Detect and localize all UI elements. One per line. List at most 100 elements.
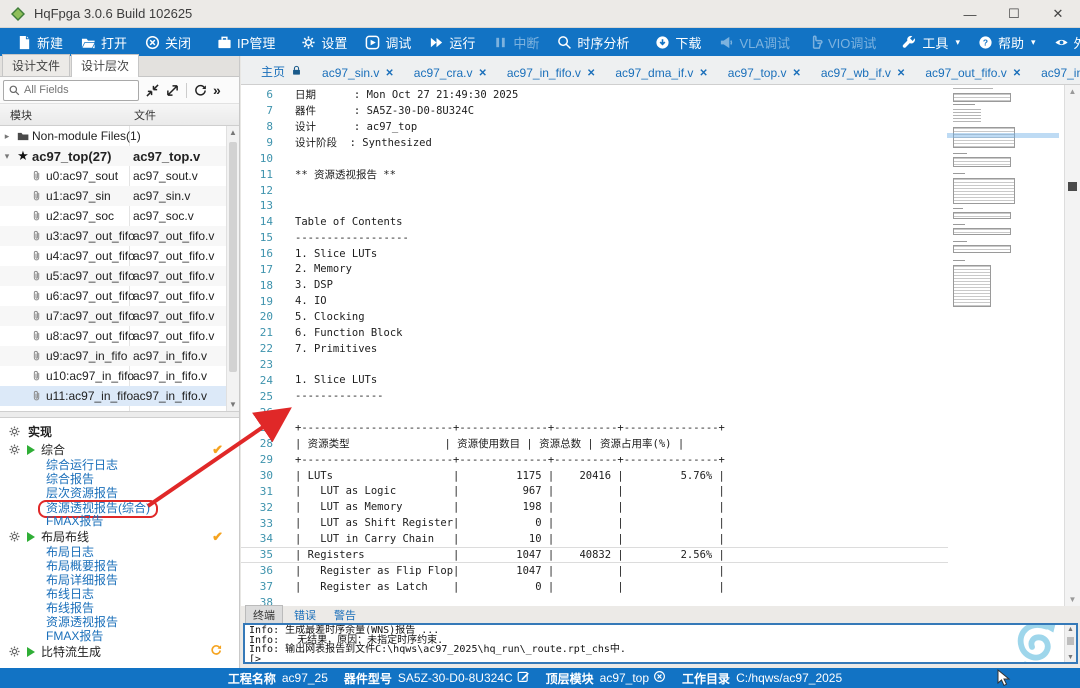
impl-report-link[interactable]: 布局详细报告 (0, 573, 239, 587)
impl-group-0[interactable]: 综合✔ (0, 441, 239, 458)
editor-tab-label[interactable]: ac97_int.v (1041, 66, 1080, 80)
tree-row[interactable]: u3:ac97_out_fifoac97_out_fifo.v (0, 226, 239, 246)
impl-report-link[interactable]: 资源透视报告(综合) (0, 500, 239, 514)
impl-report-label[interactable]: 综合运行日志 (46, 458, 118, 472)
toolbar-button-new[interactable]: 新建 (8, 28, 72, 56)
impl-report-link[interactable]: 层次资源报告 (0, 486, 239, 500)
scroll-up-icon[interactable]: ▲ (1065, 626, 1076, 633)
impl-report-link[interactable]: FMAX报告 (0, 629, 239, 643)
impl-report-link[interactable]: 布线日志 (0, 587, 239, 601)
overflow-chevrons[interactable]: » (213, 82, 221, 98)
collapse-all-icon[interactable] (146, 84, 159, 97)
minimize-button[interactable]: — (948, 0, 992, 28)
toolbar-button-debug[interactable]: 调试 (356, 28, 420, 56)
impl-report-link[interactable]: 布线报告 (0, 601, 239, 615)
edit-icon[interactable] (517, 670, 530, 686)
tree-row[interactable]: u1:ac97_sinac97_sin.v (0, 186, 239, 206)
run-step-icon[interactable] (27, 532, 35, 542)
search-box[interactable] (3, 80, 139, 101)
impl-report-label[interactable]: 布线报告 (46, 601, 94, 615)
toolbar-button-wrench[interactable]: 工具▾ (893, 28, 969, 56)
toolbar-button-eye[interactable]: 外观▾ (1045, 28, 1080, 56)
tree-row[interactable]: u7:ac97_out_fifoac97_out_fifo.v (0, 306, 239, 326)
chevron-down-icon[interactable]: ▾ (0, 151, 14, 162)
impl-report-label[interactable]: FMAX报告 (46, 629, 103, 643)
toolbar-button-download[interactable]: 下载 (646, 28, 710, 56)
impl-report-label[interactable]: 布线日志 (46, 587, 94, 601)
console-tab-1[interactable]: 错误 (287, 606, 323, 624)
editor-tab-label[interactable]: ac97_out_fifo.v (925, 66, 1006, 80)
statusbar-value[interactable]: ac97_top (600, 670, 666, 686)
tree-row[interactable]: u2:ac97_socac97_soc.v (0, 206, 239, 226)
close-button[interactable]: ✕ (1036, 0, 1080, 28)
editor-tab-label[interactable]: ac97_wb_if.v (821, 66, 891, 80)
scroll-thumb[interactable] (1067, 637, 1074, 645)
console-output[interactable]: Info: 生成最差时序余量(WNS)报告 ...Info: 无结果，原因：未指… (243, 623, 1078, 664)
tree-scrollbar[interactable]: ▲ ▼ (226, 126, 239, 411)
console-tab-2[interactable]: 警告 (327, 606, 363, 624)
tree-row[interactable]: u5:ac97_out_fifoac97_out_fifo.v (0, 266, 239, 286)
editor-tab-label[interactable]: ac97_in_fifo.v (507, 66, 581, 80)
search-input[interactable] (24, 84, 124, 96)
close-tab-icon[interactable]: ✕ (478, 68, 486, 79)
close-tab-icon[interactable]: ✕ (792, 68, 800, 79)
tree-row[interactable]: u9:ac97_in_fifoac97_in_fifo.v (0, 346, 239, 366)
close-tab-icon[interactable]: ✕ (587, 68, 595, 79)
maximize-button[interactable]: ☐ (992, 0, 1036, 28)
impl-report-link[interactable]: 布局概要报告 (0, 559, 239, 573)
circle-x-icon[interactable] (653, 670, 666, 686)
chevron-right-icon[interactable]: ▸ (0, 131, 14, 142)
toolbar-button-close-circle[interactable]: 关闭 (136, 28, 200, 56)
close-tab-icon[interactable]: ✕ (699, 68, 707, 79)
editor-tab-label[interactable]: ac97_top.v (728, 66, 787, 80)
tree-row[interactable]: ▸Non-module Files(1) (0, 126, 239, 146)
impl-report-link[interactable]: 布局日志 (0, 545, 239, 559)
scroll-thumb[interactable] (229, 142, 237, 372)
scroll-up-icon[interactable]: ▲ (1065, 87, 1080, 96)
impl-report-link[interactable]: 综合运行日志 (0, 458, 239, 472)
editor-tab-ac97_top-v[interactable]: ac97_top.v ✕ (718, 62, 811, 84)
close-tab-icon[interactable]: ✕ (897, 68, 905, 79)
editor-tab-ac97_sin-v[interactable]: ac97_sin.v ✕ (312, 62, 404, 84)
editor-tab---[interactable]: 主页 (251, 59, 312, 84)
tree-row[interactable]: u4:ac97_out_fifoac97_out_fifo.v (0, 246, 239, 266)
impl-report-label[interactable]: 资源透视报告 (46, 615, 118, 629)
toolbar-button-help[interactable]: ?帮助▾ (969, 28, 1045, 56)
editor-tab-ac97_out_fifo-v[interactable]: ac97_out_fifo.v ✕ (915, 62, 1031, 84)
tree-row[interactable]: u6:ac97_out_fifoac97_out_fifo.v (0, 286, 239, 306)
left-panel-tab-0[interactable]: 设计文件 (2, 54, 70, 76)
editor-tab-ac97_int-v[interactable]: ac97_int.v✕ (1031, 62, 1080, 84)
editor-scrollbar[interactable]: ▲ ▼ (1064, 85, 1080, 606)
editor-tab-label[interactable]: ac97_sin.v (322, 66, 379, 80)
toolbar-button-search[interactable]: 时序分析 (548, 28, 638, 56)
run-step-icon[interactable] (27, 445, 35, 455)
impl-group-1[interactable]: 布局布线✔ (0, 528, 239, 545)
run-step-icon[interactable] (27, 647, 35, 657)
statusbar-value[interactable]: SA5Z-30-D0-8U324C (398, 670, 530, 686)
tree-row[interactable]: u8:ac97_out_fifoac97_out_fifo.v (0, 326, 239, 346)
toolbar-button-open[interactable]: 打开 (72, 28, 136, 56)
toolbar-button-run[interactable]: 运行 (420, 28, 484, 56)
tree-row[interactable]: u0:ac97_soutac97_sout.v (0, 166, 239, 186)
impl-report-label[interactable]: FMAX报告 (46, 514, 103, 528)
impl-report-label[interactable]: 层次资源报告 (46, 486, 118, 500)
console-tab-0[interactable]: 终端 (245, 605, 283, 624)
scroll-down-icon[interactable]: ▼ (227, 400, 239, 409)
impl-report-label[interactable]: 综合报告 (46, 472, 94, 486)
impl-report-label[interactable]: 资源透视报告(综合) (46, 501, 150, 515)
toolbar-button-gear[interactable]: 设置 (292, 28, 356, 56)
editor-tab-ac97_in_fifo-v[interactable]: ac97_in_fifo.v ✕ (497, 62, 605, 84)
editor-body[interactable]: 6日期 : Mon Oct 27 21:49:30 20257器件 : SA5Z… (241, 85, 1080, 606)
tree-row[interactable]: ▾★ac97_top(27)ac97_top.v (0, 146, 239, 166)
impl-report-label[interactable]: 布局日志 (46, 545, 94, 559)
toolbar-button-briefcase[interactable]: IP管理 (208, 28, 284, 56)
close-tab-icon[interactable]: ✕ (385, 68, 393, 79)
console-scrollbar[interactable]: ▲ ▼ (1064, 625, 1076, 662)
close-tab-icon[interactable]: ✕ (1013, 68, 1021, 79)
impl-report-label[interactable]: 布局详细报告 (46, 573, 118, 587)
impl-report-label[interactable]: 布局概要报告 (46, 559, 118, 573)
tree-row[interactable]: u10:ac97_in_fifoac97_in_fifo.v (0, 366, 239, 386)
scroll-down-icon[interactable]: ▼ (1065, 595, 1080, 604)
scroll-up-icon[interactable]: ▲ (227, 128, 239, 137)
refresh-icon[interactable] (194, 84, 207, 97)
